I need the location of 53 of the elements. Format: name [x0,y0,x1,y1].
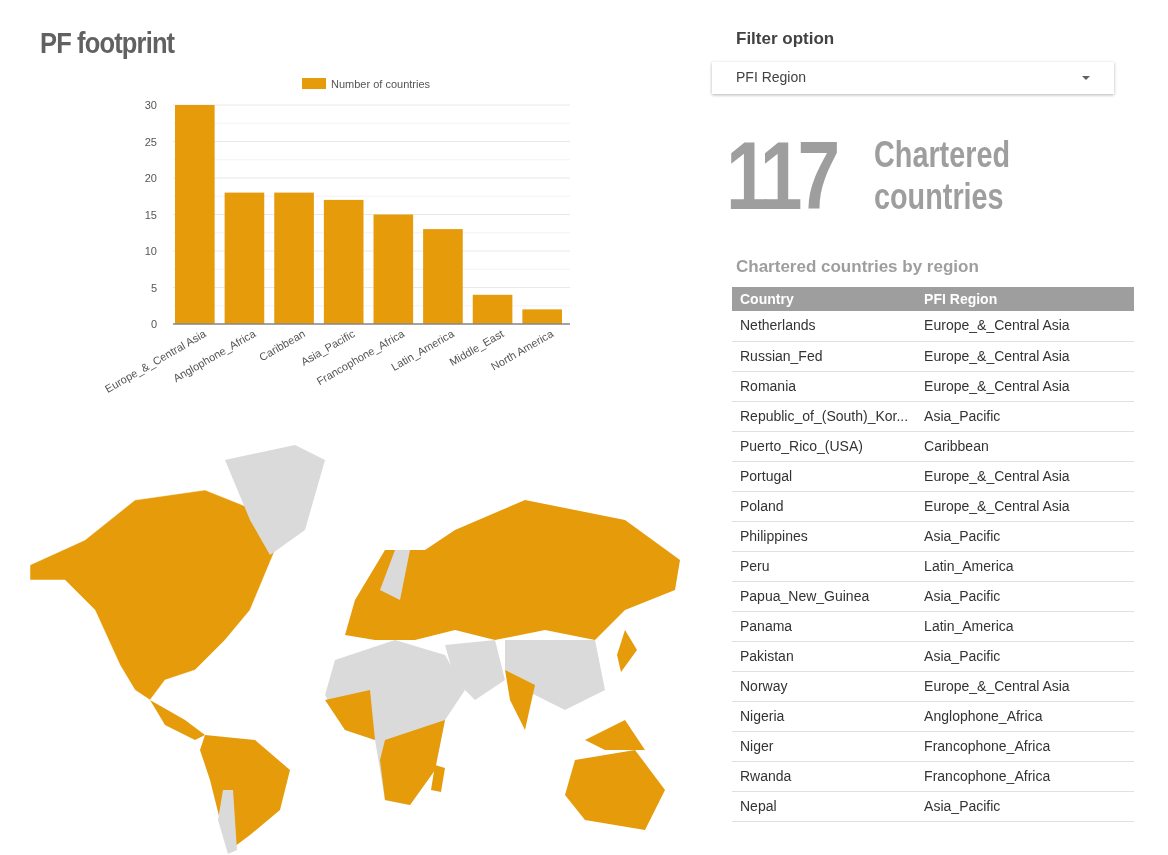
table-cell: Romania [732,371,917,401]
table-cell: Nepal [732,791,917,821]
table-cell: Papua_New_Guinea [732,581,917,611]
table-cell: Latin_America [916,551,1134,581]
bar [472,294,513,324]
table-cell: Anglophone_Africa [916,701,1134,731]
table-cell: Nigeria [732,701,917,731]
table-cell: Europe_&_Central Asia [916,671,1134,701]
table-cell: Francophone_Africa [916,761,1134,791]
table-cell: Europe_&_Central Asia [916,461,1134,491]
scorecard-value: 117 [726,133,837,218]
filter-label: Filter option [736,29,835,48]
legend-swatch [302,78,326,89]
table-cell: Asia_Pacific [916,641,1134,671]
table-cell: Europe_&_Central Asia [916,341,1134,371]
column-header: PFI Region [916,287,1134,311]
table-cell: Portugal [732,461,917,491]
y-axis-tick-label: 30 [144,99,157,111]
y-axis-tick-label: 10 [144,245,157,257]
y-axis-tick-label: 20 [144,172,157,184]
column-header: Country [732,287,917,311]
filter-dropdown[interactable]: PFI Region [712,61,1114,94]
table-cell: Netherlands [732,311,917,341]
table-cell: Francophone_Africa [916,731,1134,761]
table-cell: Asia_Pacific [916,521,1134,551]
table-cell: Peru [732,551,917,581]
page-title: PF footprint [40,26,175,60]
table-cell: Latin_America [916,611,1134,641]
legend-label: Number of countries [331,78,431,90]
y-axis-tick-label: 25 [144,135,157,148]
table-cell: Panama [732,611,917,641]
dropdown-caret-icon [1082,75,1090,80]
table-cell: Europe_&_Central Asia [916,371,1134,401]
y-axis-tick-label: 15 [144,208,157,221]
table-cell: Philippines [732,521,917,551]
table-cell: Poland [732,491,917,521]
table-cell: Niger [732,731,917,761]
table-cell: Russian_Fed [732,341,917,371]
table-cell: Pakistan [732,641,917,671]
table-cell: Asia_Pacific [916,791,1134,821]
table-cell: Caribbean [916,431,1134,461]
table-cell: Asia_Pacific [916,581,1134,611]
table-cell: Puerto_Rico_(USA) [732,431,917,461]
table-cell: Europe_&_Central Asia [916,311,1134,341]
table-title: Chartered countries by region [736,256,979,276]
scorecard-label: Chartered countries [874,133,1012,218]
table-cell: Republic_of_(South)_Kor... [732,401,917,431]
table-cell: Asia_Pacific [916,401,1134,431]
y-axis-tick-label: 0 [150,318,157,330]
table-cell: Norway [732,671,917,701]
table-cell: Europe_&_Central Asia [916,491,1134,521]
table-cell: Rwanda [732,761,917,791]
y-axis-tick-label: 5 [150,281,157,294]
